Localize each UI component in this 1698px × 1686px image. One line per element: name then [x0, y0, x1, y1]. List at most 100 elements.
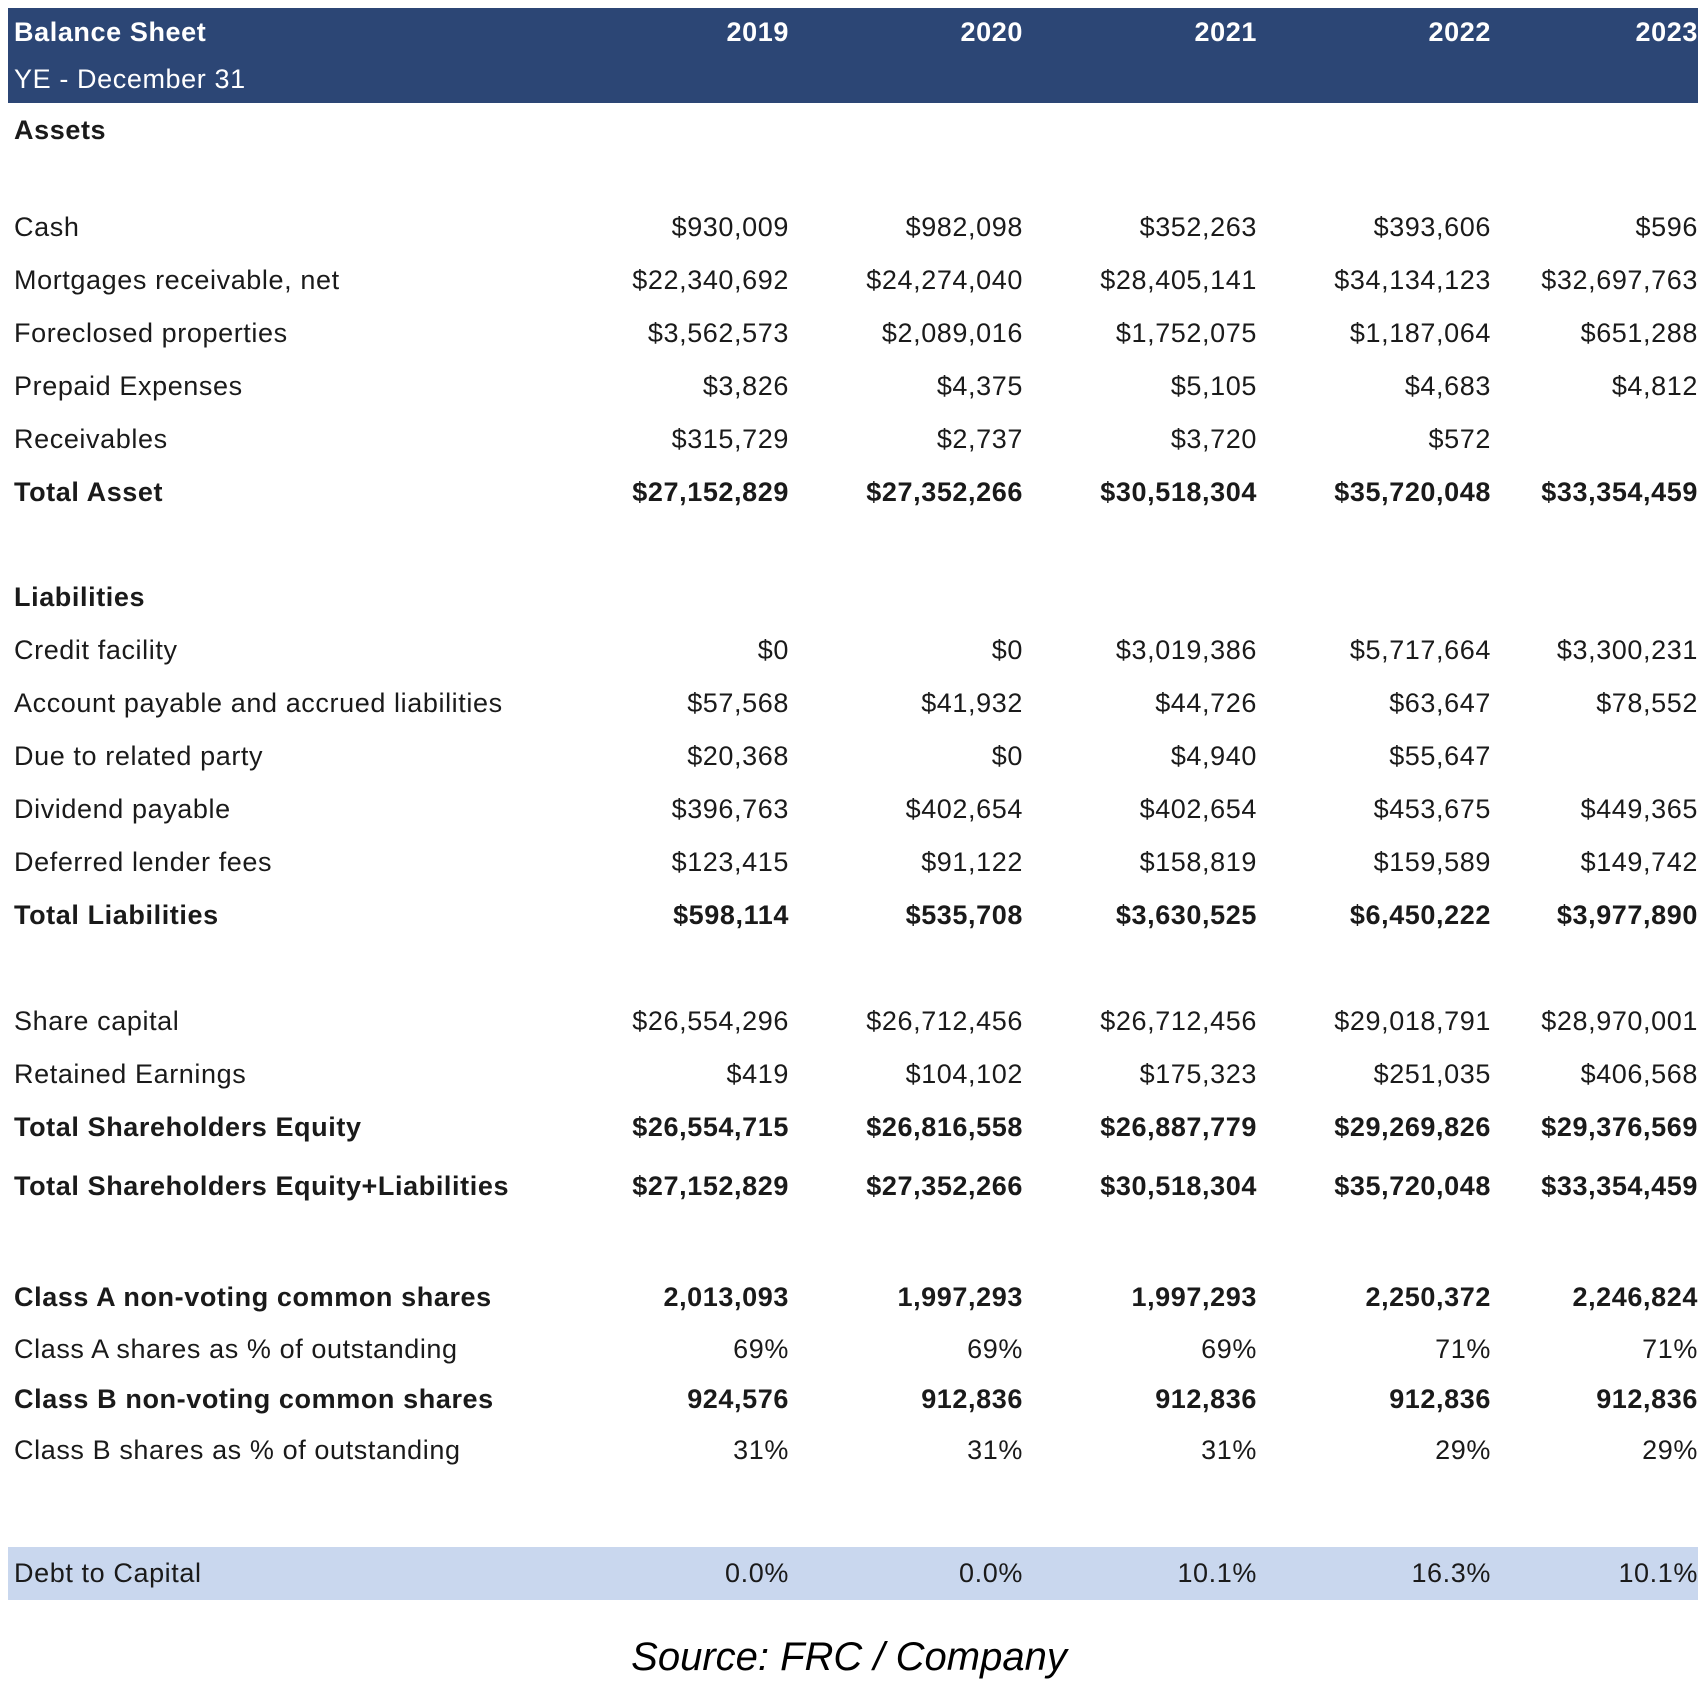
cell-2021: $26,712,456 — [1100, 1006, 1257, 1036]
row-label: Cash — [14, 212, 80, 242]
cell-2022: $34,134,123 — [1334, 265, 1491, 295]
row-label: Total Shareholders Equity+Liabilities — [14, 1170, 510, 1201]
row-label: Share capital — [14, 1006, 180, 1036]
row-label: Prepaid Expenses — [14, 371, 243, 401]
cell-2022: $1,187,064 — [1349, 318, 1491, 348]
cell-2020: $4,375 — [936, 371, 1023, 401]
cell-2019: $27,152,829 — [632, 1170, 789, 1201]
cell-2022: $63,647 — [1389, 688, 1491, 718]
table-row-dividend-payable: Dividend payable $396,763 $402,654 $402,… — [8, 783, 1698, 836]
cell-2020: $27,352,266 — [866, 477, 1023, 507]
cell-2022: 2,250,372 — [1365, 1282, 1491, 1312]
cell-2022: $29,269,826 — [1334, 1112, 1491, 1142]
cell-2022: $29,018,791 — [1334, 1006, 1491, 1036]
cell-2023: $449,365 — [1580, 794, 1698, 824]
row-label: Debt to Capital — [14, 1558, 202, 1588]
cell-2019: $3,826 — [702, 371, 789, 401]
cell-2020: $27,352,266 — [866, 1170, 1023, 1201]
cell-2023: 71% — [1642, 1333, 1698, 1364]
table-row-retained-earnings: Retained Earnings $419 $104,102 $175,323… — [8, 1048, 1698, 1101]
row-label: Dividend payable — [14, 794, 231, 824]
cell-2019: $0 — [757, 635, 789, 665]
cell-2023: $32,697,763 — [1541, 265, 1698, 295]
cell-2019: $22,340,692 — [632, 265, 789, 295]
table-row-class-b-shares: Class B non-voting common shares 924,576… — [8, 1374, 1698, 1424]
cell-2021: $4,940 — [1170, 741, 1257, 771]
cell-2022: $159,589 — [1373, 847, 1491, 877]
cell-2020: $0 — [991, 635, 1023, 665]
table-row-debt-to-capital: Debt to Capital 0.0% 0.0% 10.1% 16.3% 10… — [8, 1547, 1698, 1600]
cell-2019: $123,415 — [671, 847, 789, 877]
cell-2019: $315,729 — [671, 424, 789, 454]
cell-2019: 69% — [733, 1333, 789, 1364]
cell-2019: $598,114 — [673, 900, 789, 930]
cell-2021: $402,654 — [1139, 794, 1257, 824]
cell-2021: $30,518,304 — [1100, 1170, 1257, 1201]
cell-2023: $149,742 — [1580, 847, 1698, 877]
cell-2019: $26,554,715 — [632, 1112, 789, 1142]
table-row-cash: Cash $930,009 $982,098 $352,263 $393,606… — [8, 201, 1698, 254]
row-label: Receivables — [14, 424, 168, 454]
cell-2021: $26,887,779 — [1100, 1112, 1257, 1142]
year-2020-header: 2020 — [960, 16, 1023, 47]
row-label: Retained Earnings — [14, 1059, 247, 1089]
row-label: Credit facility — [14, 635, 178, 665]
cell-2020: 0.0% — [959, 1558, 1023, 1588]
cell-2023: $3,977,890 — [1556, 900, 1698, 930]
cell-2021: $30,518,304 — [1100, 477, 1257, 507]
cell-2023: $596 — [1635, 212, 1698, 242]
row-label: Due to related party — [14, 741, 264, 771]
cell-2019: $26,554,296 — [632, 1006, 789, 1036]
row-label: Total Shareholders Equity — [14, 1112, 362, 1142]
cell-2020: $535,708 — [905, 900, 1023, 930]
spacer-row — [8, 1218, 1698, 1271]
cell-2020: $41,932 — [921, 688, 1023, 718]
fiscal-year-end-label: YE - December 31 — [14, 64, 246, 94]
cell-2019: $419 — [726, 1059, 789, 1089]
cell-2022: 71% — [1435, 1333, 1491, 1364]
cell-2023: $406,568 — [1580, 1059, 1698, 1089]
table-title: Balance Sheet — [14, 16, 207, 47]
table-row-share-capital: Share capital $26,554,296 $26,712,456 $2… — [8, 995, 1698, 1048]
source-caption: Source: FRC / Company — [631, 1635, 1067, 1679]
cell-2021: 69% — [1201, 1333, 1257, 1364]
cell-2021: 1,997,293 — [1131, 1282, 1257, 1312]
cell-2019: $930,009 — [671, 212, 789, 242]
table-row-receivables: Receivables $315,729 $2,737 $3,720 $572 — [8, 413, 1698, 466]
balance-sheet-table: Balance Sheet 2019 2020 2021 2022 2023 Y… — [8, 8, 1698, 1600]
cell-2021: $5,105 — [1170, 371, 1257, 401]
liabilities-heading: Liabilities — [14, 582, 146, 612]
cell-2019: $3,562,573 — [647, 318, 789, 348]
cell-2021: $3,630,525 — [1115, 900, 1257, 930]
table-row-foreclosed: Foreclosed properties $3,562,573 $2,089,… — [8, 307, 1698, 360]
cell-2020: $104,102 — [905, 1059, 1023, 1089]
row-label: Mortgages receivable, net — [14, 265, 340, 295]
cell-2022: 16.3% — [1411, 1558, 1491, 1588]
spacer-row — [8, 942, 1698, 995]
cell-2019: $396,763 — [671, 794, 789, 824]
cell-2023: $651,288 — [1580, 318, 1698, 348]
cell-2021: $28,405,141 — [1100, 265, 1257, 295]
table-row-total-equity: Total Shareholders Equity $26,554,715 $2… — [8, 1101, 1698, 1154]
row-label: Total Asset — [14, 477, 164, 507]
cell-2020: 69% — [967, 1333, 1023, 1364]
cell-2021: $352,263 — [1139, 212, 1257, 242]
row-label: Class B shares as % of outstanding — [14, 1435, 461, 1465]
spacer-row — [8, 519, 1698, 571]
cell-2023: $33,354,459 — [1541, 477, 1698, 507]
cell-2020: $91,122 — [921, 847, 1023, 877]
assets-heading-row: Assets — [8, 103, 1698, 158]
cell-2023: 29% — [1642, 1435, 1698, 1465]
row-label: Total Liabilities — [14, 900, 219, 930]
cell-2020: $2,737 — [936, 424, 1023, 454]
year-2022-header: 2022 — [1428, 16, 1491, 47]
cell-2023: $3,300,231 — [1556, 635, 1698, 665]
cell-2023: $4,812 — [1611, 371, 1698, 401]
row-label: Foreclosed properties — [14, 318, 288, 348]
cell-2021: $158,819 — [1139, 847, 1257, 877]
row-label: Class B non-voting common shares — [14, 1383, 494, 1414]
cell-2023: $33,354,459 — [1541, 1170, 1698, 1201]
table-row-accounts-payable: Account payable and accrued liabilities … — [8, 677, 1698, 730]
cell-2023: 10.1% — [1618, 1558, 1698, 1588]
cell-2021: 10.1% — [1177, 1558, 1257, 1588]
